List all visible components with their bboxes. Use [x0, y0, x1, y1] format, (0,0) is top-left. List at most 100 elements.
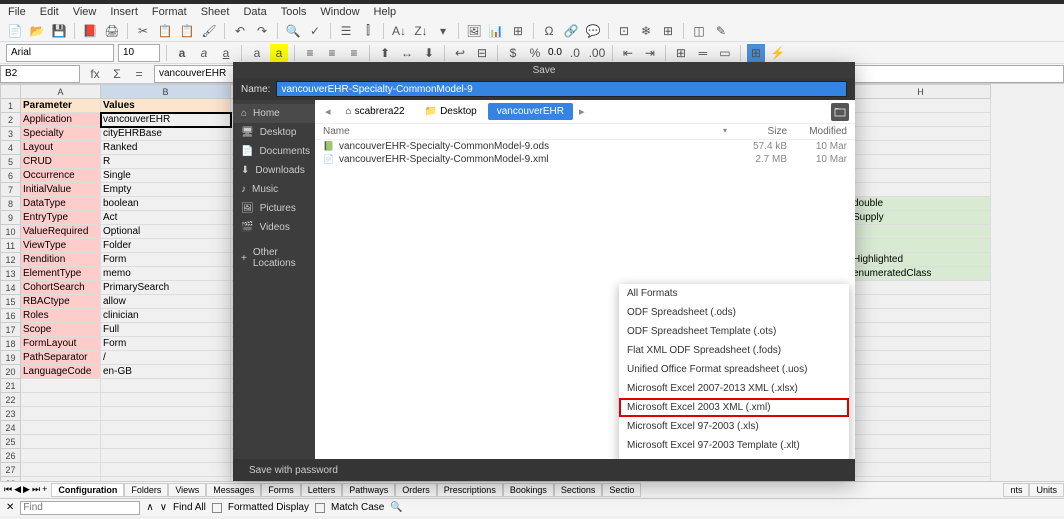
currency-icon[interactable]: $	[504, 44, 522, 62]
font-size-select[interactable]: 10	[118, 44, 160, 62]
cell[interactable]	[101, 421, 231, 435]
cell[interactable]: boolean	[101, 197, 231, 211]
find-input[interactable]	[20, 501, 140, 515]
cell[interactable]: Form	[101, 337, 231, 351]
cell[interactable]: PrimarySearch	[101, 281, 231, 295]
cell[interactable]	[851, 99, 991, 113]
row-header[interactable]: 7	[1, 183, 21, 197]
cell[interactable]: Full	[101, 323, 231, 337]
cell[interactable]: Optional	[101, 225, 231, 239]
freeze-icon[interactable]: ❄	[637, 22, 655, 40]
row-header[interactable]: 17	[1, 323, 21, 337]
cell[interactable]: vancouverEHR	[101, 113, 231, 127]
cell[interactable]: Values	[101, 99, 231, 113]
underline-icon[interactable]: a	[217, 44, 235, 62]
cell[interactable]: double	[851, 197, 991, 211]
row-header[interactable]: 24	[1, 421, 21, 435]
menu-help[interactable]: Help	[374, 6, 397, 18]
row-header[interactable]: 3	[1, 127, 21, 141]
sidebar-pictures[interactable]: 🖼Pictures	[233, 199, 315, 218]
sidebar-desktop[interactable]: 🖥Desktop	[233, 123, 315, 142]
cell[interactable]	[851, 463, 991, 477]
cell[interactable]: EntryType	[21, 211, 101, 225]
sort-desc-icon[interactable]: Z↓	[412, 22, 430, 40]
row-header[interactable]: 6	[1, 169, 21, 183]
crumb-folder[interactable]: vancouverEHR	[488, 103, 573, 120]
split-icon[interactable]: ⊞	[659, 22, 677, 40]
cell[interactable]	[21, 463, 101, 477]
find-next-icon[interactable]: ∨	[160, 502, 167, 513]
row-header[interactable]: 11	[1, 239, 21, 253]
hyperlink-icon[interactable]: 🔗	[562, 22, 580, 40]
sheet-tab[interactable]: Messages	[206, 483, 261, 497]
cell[interactable]	[851, 365, 991, 379]
draw-icon[interactable]: ✎	[712, 22, 730, 40]
cell[interactable]: memo	[101, 267, 231, 281]
file-row[interactable]: 📗vancouverEHR-Specialty-CommonModel-9.od…	[315, 140, 855, 153]
cell[interactable]	[101, 435, 231, 449]
cell[interactable]	[851, 421, 991, 435]
sidebar-videos[interactable]: 🎬Videos	[233, 218, 315, 237]
cell[interactable]: Scope	[21, 323, 101, 337]
cell[interactable]	[851, 141, 991, 155]
cell[interactable]: CohortSearch	[21, 281, 101, 295]
format-option[interactable]: Flat XML ODF Spreadsheet (.fods)	[619, 341, 849, 360]
cell[interactable]	[851, 379, 991, 393]
cell[interactable]	[851, 295, 991, 309]
cell[interactable]	[851, 407, 991, 421]
chart-icon[interactable]: 📊	[487, 22, 505, 40]
cell[interactable]	[851, 225, 991, 239]
cell[interactable]	[21, 421, 101, 435]
cell[interactable]: Single	[101, 169, 231, 183]
cell[interactable]	[851, 449, 991, 463]
cell[interactable]	[101, 449, 231, 463]
cell[interactable]	[21, 449, 101, 463]
cell[interactable]: en-GB	[101, 365, 231, 379]
percent-icon[interactable]: %	[526, 44, 544, 62]
menu-tools[interactable]: Tools	[281, 6, 307, 18]
row-header[interactable]: 4	[1, 141, 21, 155]
cell[interactable]	[851, 183, 991, 197]
format-option[interactable]: Microsoft Excel 2007-2013 XML (.xlsx)	[619, 379, 849, 398]
row-header[interactable]: 14	[1, 281, 21, 295]
cell[interactable]: LanguageCode	[21, 365, 101, 379]
headers-icon[interactable]: ⊡	[615, 22, 633, 40]
find-icon[interactable]: 🔍	[284, 22, 302, 40]
cell[interactable]: InitialValue	[21, 183, 101, 197]
cell[interactable]: Layout	[21, 141, 101, 155]
cell[interactable]: Occurrence	[21, 169, 101, 183]
cell[interactable]	[101, 407, 231, 421]
cell[interactable]: Parameter	[21, 99, 101, 113]
autofmt-icon[interactable]: ⊞	[747, 44, 765, 62]
cell[interactable]: Folder	[101, 239, 231, 253]
paste-icon[interactable]: 📋	[178, 22, 196, 40]
cell[interactable]	[21, 393, 101, 407]
cell[interactable]	[851, 239, 991, 253]
merge-icon[interactable]: ⊟	[473, 44, 491, 62]
crumb-desktop[interactable]: 📁Desktop	[416, 103, 486, 120]
format-option[interactable]: Microsoft Excel 97-2003 (.xls)	[619, 417, 849, 436]
cell[interactable]: Highlighted	[851, 253, 991, 267]
row-header[interactable]: 27	[1, 463, 21, 477]
close-find-icon[interactable]: ✕	[6, 502, 14, 513]
row-header[interactable]: 25	[1, 435, 21, 449]
row-header[interactable]: 9	[1, 211, 21, 225]
vertical-scrollbar[interactable]	[1056, 84, 1064, 479]
cell[interactable]: FormLayout	[21, 337, 101, 351]
paintbrush-icon[interactable]: 🖌	[200, 22, 218, 40]
format-option[interactable]: Unified Office Format spreadsheet (.uos)	[619, 360, 849, 379]
border-style-icon[interactable]: ═	[694, 44, 712, 62]
pivot-icon[interactable]: ⊞	[509, 22, 527, 40]
cell[interactable]	[851, 337, 991, 351]
sheet-tab[interactable]: Bookings	[503, 483, 554, 497]
cell[interactable]: ValueRequired	[21, 225, 101, 239]
tab-prev-icon[interactable]: ◀	[14, 484, 21, 495]
format-option[interactable]: Microsoft Excel 97-2003 Template (.xlt)	[619, 436, 849, 455]
align-center-icon[interactable]: ≡	[323, 44, 341, 62]
font-color-icon[interactable]: a	[248, 44, 266, 62]
list-header-size[interactable]: Size	[727, 126, 787, 137]
row-header[interactable]: 1	[1, 99, 21, 113]
cell[interactable]	[851, 155, 991, 169]
cell[interactable]	[851, 281, 991, 295]
menu-sheet[interactable]: Sheet	[201, 6, 230, 18]
